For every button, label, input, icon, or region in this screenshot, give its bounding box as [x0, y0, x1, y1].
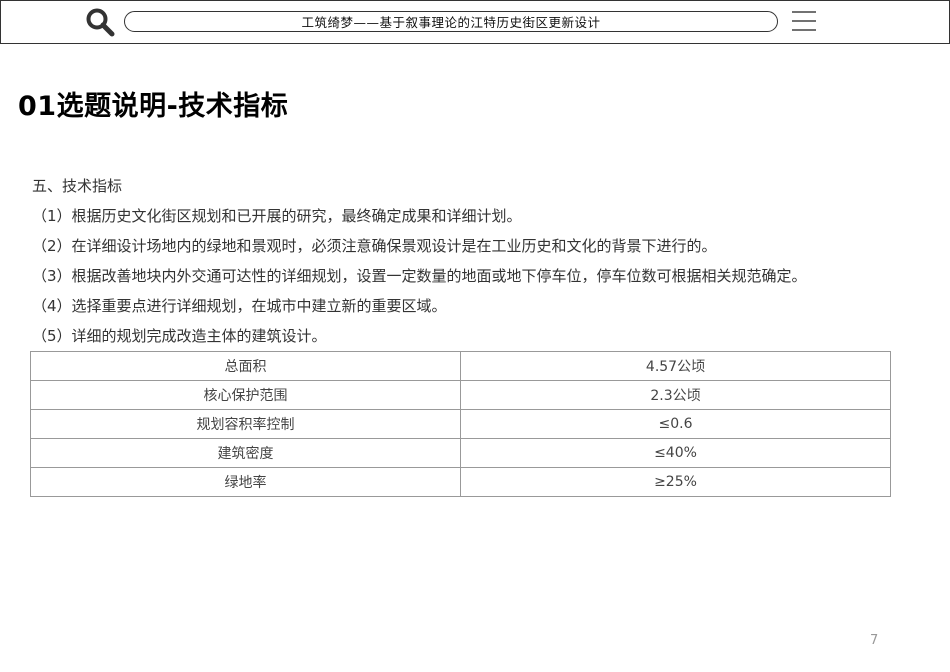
text-line: （2）在详细设计场地内的绿地和景观时，必须注意确保景观设计是在工业历史和文化的背… — [32, 237, 717, 255]
page-number: 7 — [870, 633, 879, 648]
table-row: 核心保护范围 2.3公顷 — [30, 380, 891, 410]
page-title: 01选题说明-技术指标 — [18, 91, 289, 122]
table-cell-value: 4.57公顷 — [460, 351, 891, 381]
hamburger-menu-icon[interactable] — [791, 10, 817, 32]
table-row: 总面积 4.57公顷 — [30, 351, 891, 381]
header-title: 工筑绮梦——基于叙事理论的江特历史街区更新设计 — [124, 11, 778, 32]
table-row: 规划容积率控制 ≤0.6 — [30, 409, 891, 439]
section-heading: 五、技术指标 — [32, 177, 123, 195]
technical-indicators-table: 总面积 4.57公顷 核心保护范围 2.3公顷 规划容积率控制 ≤0.6 建筑密… — [30, 351, 891, 497]
text-line: （5）详细的规划完成改造主体的建筑设计。 — [32, 327, 327, 345]
body-text: 五、技术指标 （1）根据历史文化街区规划和已开展的研究，最终确定成果和详细计划。… — [32, 174, 902, 354]
table-cell-label: 建筑密度 — [30, 438, 461, 468]
table-row: 建筑密度 ≤40% — [30, 438, 891, 468]
table-cell-label: 总面积 — [30, 351, 461, 381]
table-cell-label: 核心保护范围 — [30, 380, 461, 410]
table-cell-value: 2.3公顷 — [460, 380, 891, 410]
text-line: （3）根据改善地块内外交通可达性的详细规划，设置一定数量的地面或地下停车位，停车… — [32, 267, 807, 285]
table-cell-value: ≤40% — [460, 438, 891, 468]
table-cell-label: 规划容积率控制 — [30, 409, 461, 439]
top-bar: 工筑绮梦——基于叙事理论的江特历史街区更新设计 — [0, 0, 950, 44]
table-cell-value: ≥25% — [460, 467, 891, 497]
table-cell-label: 绿地率 — [30, 467, 461, 497]
text-line: （4）选择重要点进行详细规划，在城市中建立新的重要区域。 — [32, 297, 447, 315]
table-cell-value: ≤0.6 — [460, 409, 891, 439]
text-line: （1）根据历史文化街区规划和已开展的研究，最终确定成果和详细计划。 — [32, 207, 522, 225]
search-icon[interactable] — [85, 7, 115, 37]
table-row: 绿地率 ≥25% — [30, 467, 891, 497]
